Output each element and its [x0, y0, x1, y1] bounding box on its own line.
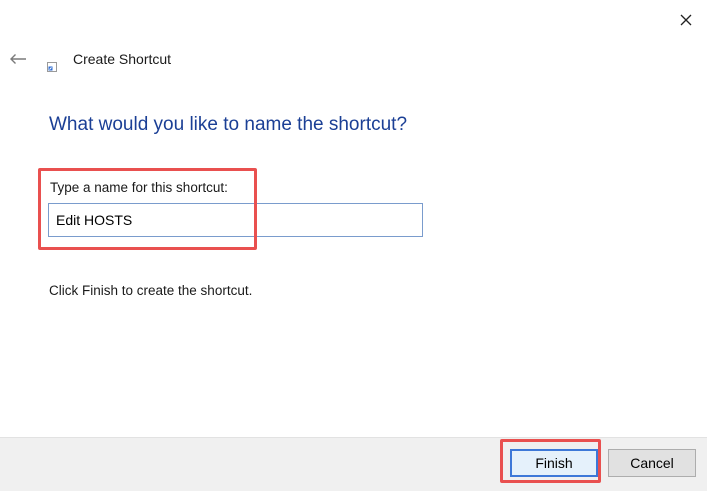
close-button[interactable]	[671, 6, 701, 34]
shortcut-name-label: Type a name for this shortcut:	[50, 180, 228, 195]
page-heading: What would you like to name the shortcut…	[49, 114, 408, 135]
close-icon	[680, 14, 692, 26]
back-arrow-icon	[10, 54, 26, 64]
shortcut-name-input[interactable]	[48, 203, 423, 237]
shortcut-icon	[47, 59, 57, 72]
cancel-button[interactable]: Cancel	[608, 449, 696, 477]
wizard-title: Create Shortcut	[73, 51, 172, 67]
back-button[interactable]	[6, 48, 30, 70]
finish-instruction: Click Finish to create the shortcut.	[49, 283, 253, 298]
wizard-footer	[0, 437, 707, 491]
finish-button[interactable]: Finish	[510, 449, 598, 477]
